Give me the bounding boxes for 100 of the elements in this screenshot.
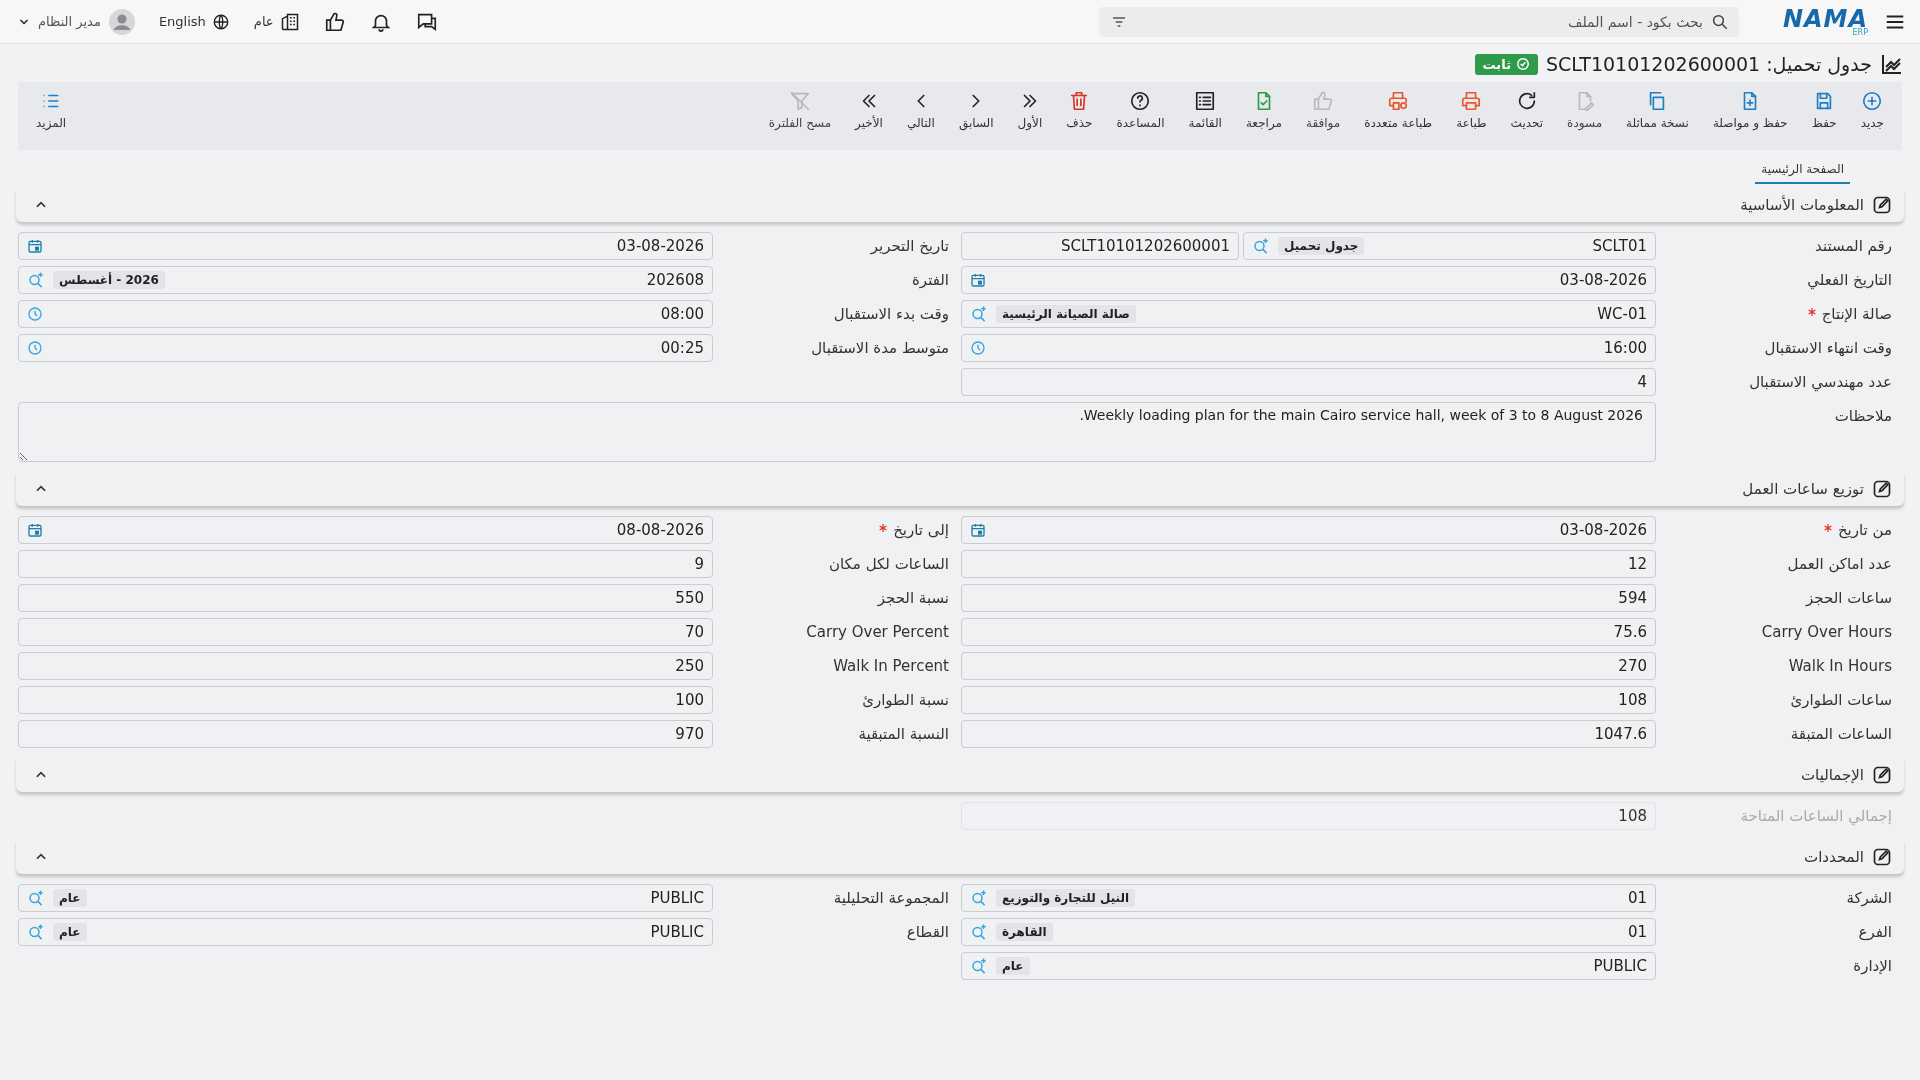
search-plus-icon <box>970 889 988 907</box>
toolbar-button[interactable]: مراجعة <box>1233 90 1294 142</box>
toolbar-button[interactable]: طباعة <box>1444 90 1499 142</box>
date-field[interactable]: 03-08-2026 <box>961 516 1656 544</box>
field-label: تاريخ التحرير <box>870 237 949 255</box>
toolbar-button[interactable]: حفظ و مواصلة <box>1700 90 1800 142</box>
field-label: Walk In Hours <box>1788 657 1892 675</box>
list-icon <box>1194 90 1217 112</box>
search-field[interactable]: بحث بكود - اسم الملف <box>1098 6 1739 37</box>
text-field[interactable]: 970 <box>18 720 713 748</box>
field-label: الساعات لكل مكان <box>829 555 949 573</box>
field-label: ملاحظات <box>1834 407 1892 425</box>
field-label: الفرع <box>1858 923 1892 941</box>
field-label: Walk In Percent <box>833 657 949 675</box>
field-label: متوسط مدة الاستقبال <box>811 339 949 357</box>
toolbar-button[interactable]: القائمة <box>1176 90 1234 142</box>
text-field[interactable]: 100 <box>18 686 713 714</box>
field-label: إلى تاريخ <box>893 521 949 539</box>
text-field[interactable]: 250 <box>18 652 713 680</box>
text-field[interactable]: 12 <box>961 550 1656 578</box>
date-field[interactable]: 03-08-2026 <box>18 232 713 260</box>
calendar-icon <box>970 272 986 288</box>
toolbar-button[interactable]: تحديث <box>1498 90 1556 142</box>
toolbar-button[interactable]: جديد <box>1848 90 1896 142</box>
text-field[interactable]: 70 <box>18 618 713 646</box>
date-field[interactable]: 08-08-2026 <box>18 516 713 544</box>
field-label: وقت بدء الاستقبال <box>833 305 949 323</box>
toolbar-button[interactable]: حفظ <box>1799 90 1849 142</box>
section-title: المعلومات الأساسية <box>1740 196 1864 214</box>
toolbar-button[interactable]: الأخير <box>843 90 895 142</box>
date-field[interactable]: 03-08-2026 <box>961 266 1656 294</box>
language-button[interactable]: English <box>156 10 232 33</box>
search-plus-icon <box>27 923 45 941</box>
search-plus-icon <box>970 923 988 941</box>
field-label: الساعات المتبقة <box>1790 725 1892 743</box>
tab[interactable]: الصفحة الرئيسية <box>1755 158 1850 184</box>
calendar-icon <box>27 522 43 538</box>
field-label: من تاريخ <box>1837 521 1892 539</box>
section-title: الإجماليات <box>1800 766 1864 784</box>
text-field[interactable]: 4 <box>961 368 1656 396</box>
time-field[interactable]: 16:00 <box>961 334 1656 362</box>
search-plus-icon <box>970 305 988 323</box>
text-field[interactable]: 9 <box>18 550 713 578</box>
printer-icon <box>1387 90 1410 112</box>
text-field[interactable]: 75.6 <box>961 618 1656 646</box>
toolbar-button[interactable]: المساعدة <box>1104 90 1177 142</box>
remarks-field[interactable]: Weekly loading plan for the main Cairo service hall, week of 3 to 8 August 2026. <box>18 402 1656 462</box>
field-label: صالة الإنتاج <box>1821 305 1892 323</box>
edit-icon <box>1872 195 1892 215</box>
time-field[interactable]: 08:00 <box>18 300 713 328</box>
text-field[interactable]: 270 <box>961 652 1656 680</box>
text-field[interactable]: 1047.6 <box>961 720 1656 748</box>
field-label: نسبة الطوارئ <box>862 691 949 709</box>
text-field[interactable]: 594 <box>961 584 1656 612</box>
field-label: عدد مهندسي الاستقبال <box>1749 373 1892 391</box>
user-menu[interactable]: مدير النظام <box>16 6 137 37</box>
search-plus-icon <box>27 889 45 907</box>
chart-icon <box>1880 52 1904 76</box>
document-number-field[interactable]: SCLT10101202600001 <box>961 232 1239 260</box>
toolbar-button[interactable]: حذف <box>1054 90 1105 142</box>
toolbar-button[interactable]: السابق <box>946 90 1006 142</box>
edit-icon <box>1872 765 1892 785</box>
printer-icon <box>1460 90 1483 112</box>
plus-circle-icon <box>1861 90 1884 112</box>
section-title: المحددات <box>1804 848 1864 866</box>
field-label: القطاع <box>906 923 949 941</box>
avatar-icon <box>108 8 135 35</box>
calendar-icon <box>27 238 43 254</box>
toolbar-button[interactable]: الأول <box>1005 90 1055 142</box>
check-circle-icon <box>1516 57 1530 71</box>
field-label: وقت انتهاء الاستقبال <box>1764 339 1892 357</box>
thumbs-up-icon <box>1312 90 1335 112</box>
help-icon <box>1129 90 1152 112</box>
scope-selector[interactable]: عام <box>251 9 302 34</box>
search-plus-icon <box>27 271 45 289</box>
calendar-icon <box>970 522 986 538</box>
time-field[interactable]: 00:25 <box>18 334 713 362</box>
clock-icon <box>27 340 43 356</box>
text-field[interactable]: 550 <box>18 584 713 612</box>
field-label: الشركة <box>1846 889 1892 907</box>
toolbar-button[interactable]: طباعة متعددة <box>1352 90 1445 142</box>
edit-icon <box>1872 479 1892 499</box>
field-label: الإدارة <box>1853 957 1892 975</box>
toolbar-button[interactable]: التالي <box>894 90 947 142</box>
section-title: توزيع ساعات العمل <box>1742 480 1864 498</box>
search-plus-icon <box>1252 237 1270 255</box>
field-label: ساعات الطوارئ <box>1790 691 1892 709</box>
text-field[interactable]: 108 <box>961 686 1656 714</box>
status-badge: ثابت <box>1474 53 1538 75</box>
globe-icon <box>211 12 230 31</box>
filter-off-icon <box>788 90 811 112</box>
field-label: المجموعة التحليلية <box>833 889 949 907</box>
field-label: عدد اماكن العمل <box>1787 555 1892 573</box>
field-label: رقم المستند <box>1815 237 1892 255</box>
toolbar-button[interactable]: نسخة مماثلة <box>1614 90 1701 142</box>
field-label: ساعات الحجز <box>1806 589 1892 607</box>
more-button[interactable]: المزيد <box>24 90 79 142</box>
field-label: التاريخ الفعلي <box>1807 271 1892 289</box>
clock-icon <box>27 306 43 322</box>
field-label: Carry Over Percent <box>806 623 949 641</box>
